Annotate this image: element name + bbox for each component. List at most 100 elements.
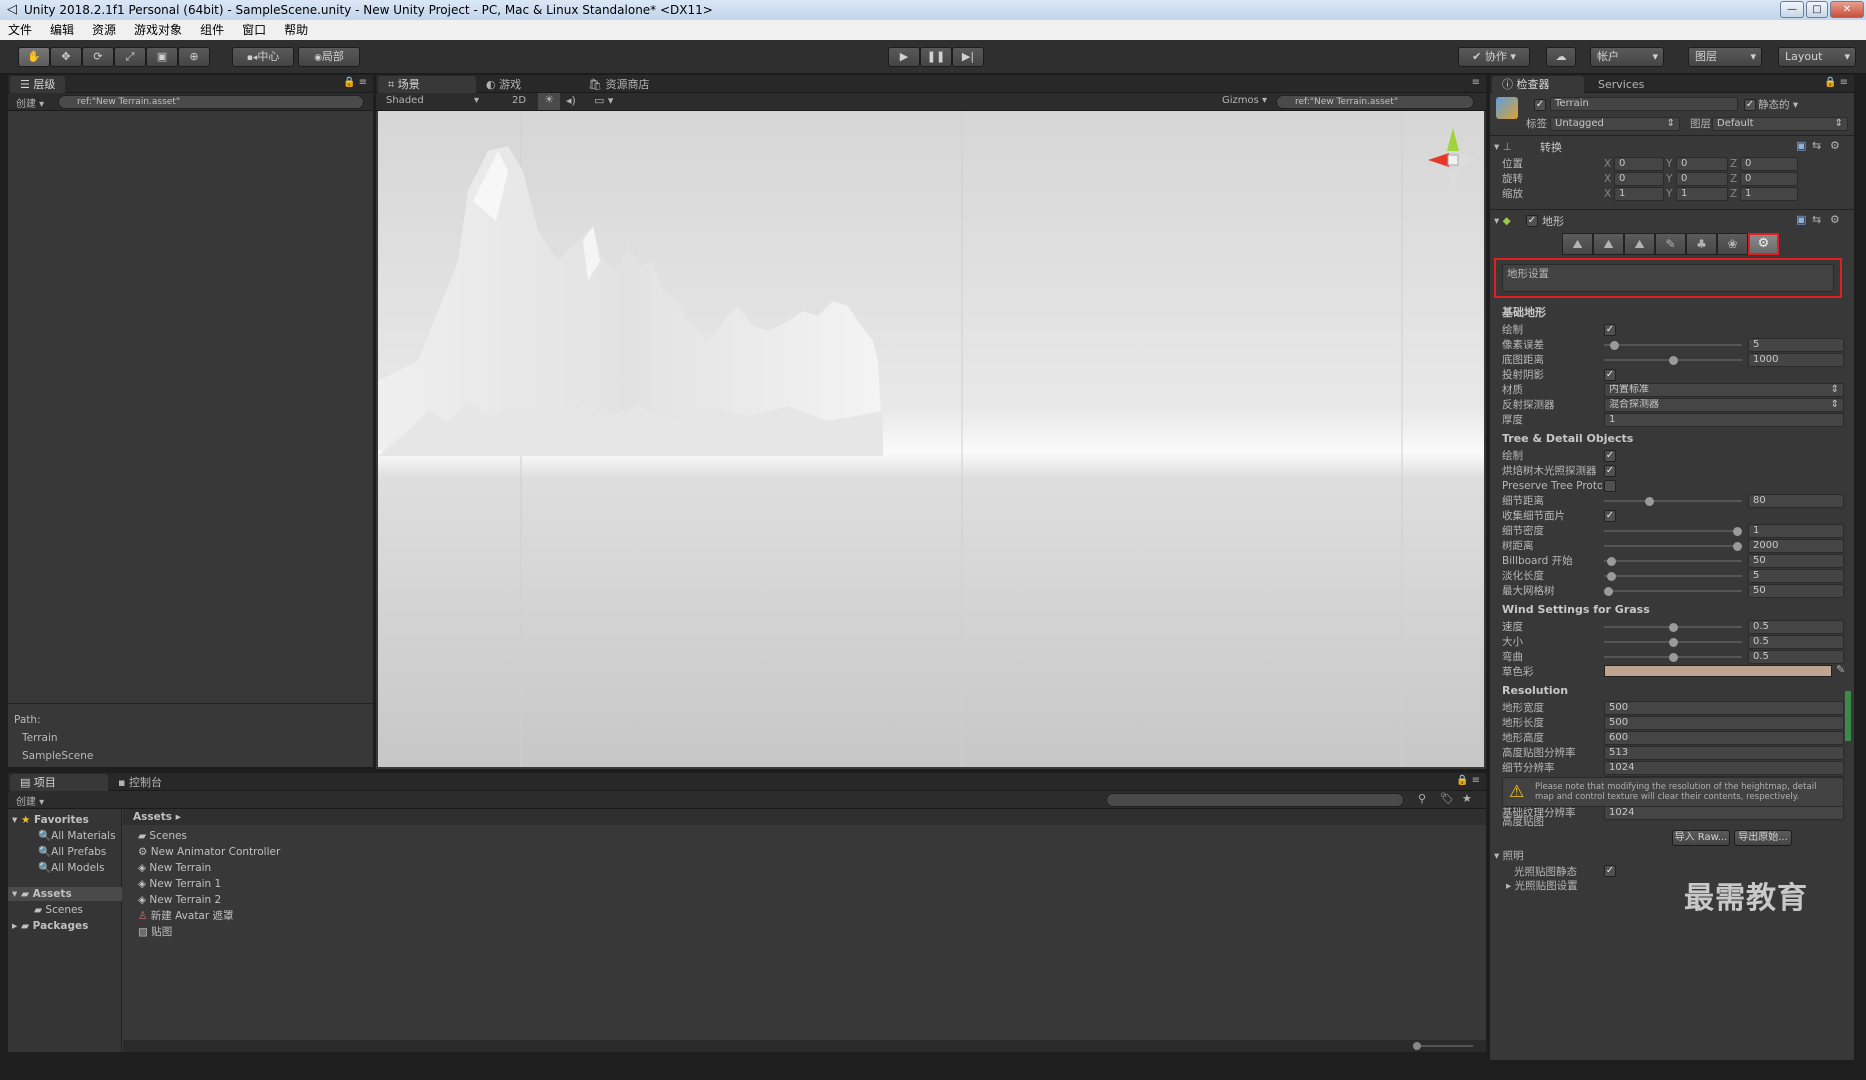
inspector-scrollbar[interactable] (1845, 691, 1851, 741)
assets-child-folder[interactable]: ▰ Scenes (34, 903, 83, 917)
lightmap-static-checkbox[interactable]: ✓ (1604, 865, 1616, 877)
terrain-foldout[interactable]: ▾ ◆ (1494, 214, 1511, 228)
preset-icon[interactable]: ⇆ (1812, 213, 1821, 226)
detail-distance-value-field[interactable]: 80 (1748, 494, 1844, 508)
account-dropdown[interactable]: 帐户 ▾ (1590, 47, 1664, 67)
layers-dropdown[interactable]: 图层 ▾ (1688, 47, 1762, 67)
project-file-item[interactable]: ◈ New Terrain 2 (138, 893, 221, 907)
terrain-settings-gear-icon[interactable]: ⚙ (1748, 233, 1779, 255)
scale-tool-icon[interactable]: ⤢ (114, 47, 146, 67)
layout-dropdown[interactable]: Layout ▾ (1778, 47, 1856, 67)
transform-y-field[interactable]: 1 (1676, 187, 1728, 201)
project-create-dropdown[interactable]: 创建 ▾ (16, 793, 44, 808)
hierarchy-search-input[interactable]: ref:"New Terrain.asset" (58, 95, 364, 109)
eyedropper-icon[interactable]: ✎ (1836, 663, 1845, 676)
wind-speed-slider-thumb[interactable] (1669, 623, 1678, 632)
wind-size-value-field[interactable]: 0.5 (1748, 635, 1844, 649)
resolution-value-field[interactable]: 1024 (1604, 806, 1844, 820)
pause-button-icon[interactable]: ❚❚ (920, 47, 952, 67)
favorite-item[interactable]: 🔍All Materials (38, 829, 116, 843)
menu-edit[interactable]: 编辑 (50, 20, 74, 40)
tab-game[interactable]: ◐ 游戏 (476, 76, 531, 93)
collab-button[interactable]: ✔ 协作 ▾ (1458, 47, 1530, 67)
smooth-height-icon[interactable]: ⛰ (1624, 233, 1655, 255)
scene-search-input[interactable]: ref:"New Terrain.asset" (1276, 95, 1474, 109)
pixel-error-value-field[interactable]: 5 (1748, 338, 1844, 352)
tag-dropdown[interactable]: Untagged ⇕ (1550, 117, 1680, 131)
grass-tint-color-swatch[interactable] (1604, 665, 1832, 677)
gear-icon[interactable]: ⚙ (1830, 213, 1840, 226)
menu-file[interactable]: 文件 (8, 20, 32, 40)
fade-length-slider-thumb[interactable] (1607, 572, 1616, 581)
paint-height-icon[interactable]: ⛰ (1593, 233, 1624, 255)
project-file-item[interactable]: ◈ New Terrain (138, 861, 211, 875)
step-button-icon[interactable]: ▶| (952, 47, 984, 67)
filter-label-icon[interactable]: 🏷 (1440, 792, 1454, 805)
bake-light-probes-checkbox[interactable]: ✓ (1604, 465, 1616, 477)
maximize-button[interactable]: □ (1806, 1, 1828, 18)
gear-icon[interactable]: ⚙ (1830, 139, 1840, 152)
transform-z-field[interactable]: 1 (1740, 187, 1798, 201)
transform-z-field[interactable]: 0 (1740, 157, 1798, 171)
tree-distance-slider[interactable] (1604, 545, 1742, 547)
transform-tool-icon[interactable]: ⊕ (178, 47, 210, 67)
project-file-item[interactable]: ▰ Scenes (138, 829, 187, 843)
project-file-item[interactable]: ▧ 贴图 (138, 925, 172, 939)
project-file-item[interactable]: ◈ New Terrain 1 (138, 877, 221, 891)
transform-x-field[interactable]: 0 (1614, 172, 1664, 186)
tab-project[interactable]: ▤ 项目 (10, 774, 108, 791)
panel-menu-icon[interactable]: ≡ (1472, 77, 1480, 88)
billboard-start-slider[interactable] (1604, 560, 1742, 562)
transform-foldout[interactable]: ▾ ⊥ (1494, 140, 1512, 154)
gizmos-dropdown[interactable]: Gizmos ▾ (1222, 95, 1267, 106)
transform-z-field[interactable]: 0 (1740, 172, 1798, 186)
pivot-center-button[interactable]: ▪◂中心 (232, 47, 294, 67)
toggle-2d-button[interactable]: 2D (512, 95, 526, 106)
favorites-node[interactable]: ▾ ★ Favorites (12, 813, 89, 827)
panel-menu-icon[interactable]: 🔒 ≡ (343, 77, 367, 88)
tab-hierarchy[interactable]: ☰ 层级 (10, 76, 66, 93)
detail-density-value-field[interactable]: 1 (1748, 524, 1844, 538)
detail-density-slider-thumb[interactable] (1733, 527, 1742, 536)
transform-x-field[interactable]: 1 (1614, 187, 1664, 201)
material-dropdown[interactable]: 内置标准 ⇕ (1604, 383, 1844, 397)
icon-size-slider-thumb[interactable] (1413, 1042, 1421, 1050)
menu-help[interactable]: 帮助 (284, 20, 308, 40)
tab-inspector[interactable]: ⓘ 检查器 (1492, 76, 1584, 93)
breadcrumb-assets[interactable]: Assets ▸ (133, 810, 181, 824)
tab-console[interactable]: ▪ 控制台 (108, 774, 172, 791)
layer-dropdown[interactable]: Default ⇕ (1712, 117, 1848, 131)
tree-distance-value-field[interactable]: 2000 (1748, 539, 1844, 553)
move-tool-icon[interactable]: ✥ (50, 47, 82, 67)
detail-distance-slider-thumb[interactable] (1645, 497, 1654, 506)
menu-gameobject[interactable]: 游戏对象 (134, 20, 182, 40)
resolution-value-field[interactable]: 513 (1604, 746, 1844, 760)
detail-distance-slider[interactable] (1604, 500, 1742, 502)
resolution-value-field[interactable]: 600 (1604, 731, 1844, 745)
panel-menu-icon[interactable]: 🔒 ≡ (1456, 775, 1480, 786)
billboard-start-value-field[interactable]: 50 (1748, 554, 1844, 568)
favorite-item[interactable]: 🔍All Prefabs (38, 845, 106, 859)
minimize-button[interactable]: — (1780, 1, 1804, 18)
lighting-foldout[interactable]: ▾ 照明 (1494, 849, 1524, 863)
close-button[interactable]: ✕ (1830, 1, 1864, 18)
menu-assets[interactable]: 资源 (92, 20, 116, 40)
basemap-distance-value-field[interactable]: 1000 (1748, 353, 1844, 367)
resolution-value-field[interactable]: 500 (1604, 701, 1844, 715)
transform-y-field[interactable]: 0 (1676, 157, 1728, 171)
wind-bending-slider-thumb[interactable] (1669, 653, 1678, 662)
fade-length-slider[interactable] (1604, 575, 1742, 577)
icon-size-slider[interactable] (1413, 1045, 1473, 1047)
paint-details-icon[interactable]: ❀ (1717, 233, 1748, 255)
collect-detail-patches-checkbox[interactable]: ✓ (1604, 510, 1616, 522)
max-mesh-trees-slider-thumb[interactable] (1604, 587, 1613, 596)
tree-draw-checkbox[interactable]: ✓ (1604, 450, 1616, 462)
transform-y-field[interactable]: 0 (1676, 172, 1728, 186)
import-raw-button[interactable]: 导入 Raw... (1672, 830, 1730, 846)
raise-lower-terrain-icon[interactable]: ⛰ (1562, 233, 1593, 255)
rect-tool-icon[interactable]: ▣ (146, 47, 178, 67)
billboard-start-slider-thumb[interactable] (1607, 557, 1616, 566)
project-file-item[interactable]: ♙ 新建 Avatar 遮罩 (138, 909, 234, 923)
favorite-item[interactable]: 🔍All Models (38, 861, 104, 875)
max-mesh-trees-value-field[interactable]: 50 (1748, 584, 1844, 598)
